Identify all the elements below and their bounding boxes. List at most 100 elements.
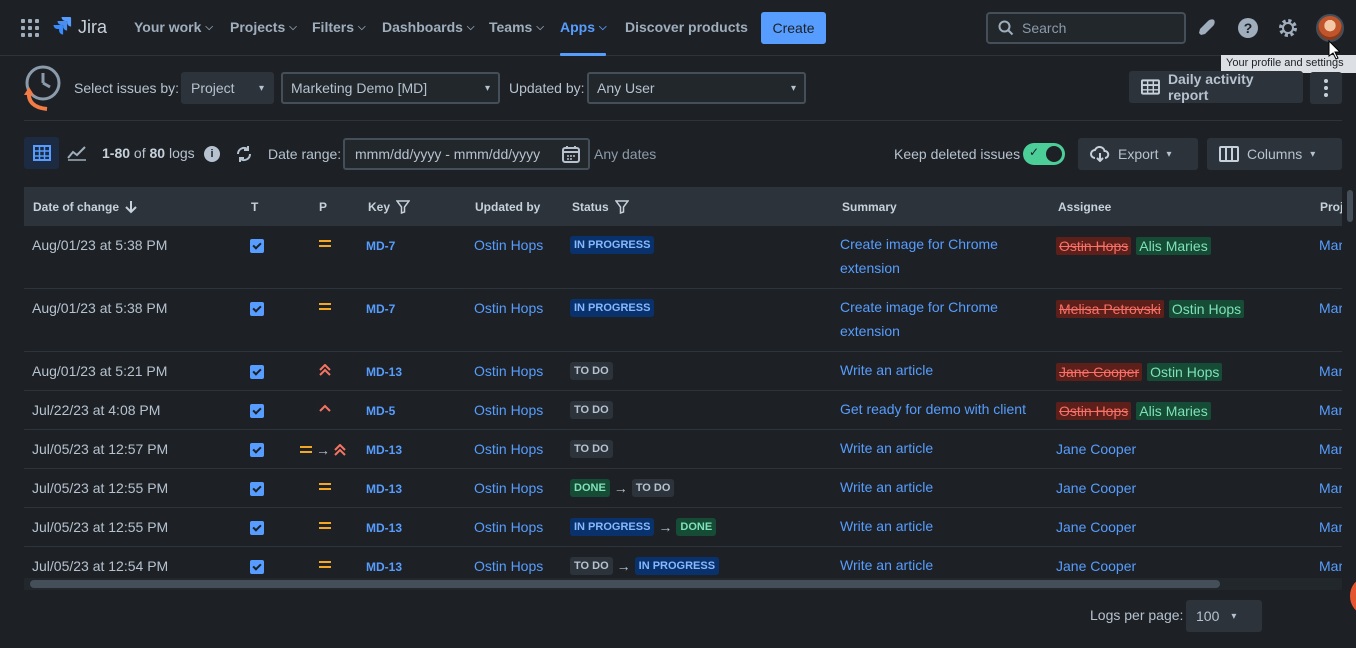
column-header-assignee[interactable]: Assignee: [1058, 200, 1111, 214]
table-row[interactable]: Aug/01/23 at 5:38 PM MD-7 Ostin Hops IN …: [24, 289, 1342, 352]
row-key[interactable]: MD-13: [366, 365, 402, 379]
table-row[interactable]: Aug/01/23 at 5:21 PM MD-13 Ostin Hops TO…: [24, 352, 1342, 391]
row-summary[interactable]: Write an article: [840, 475, 1040, 499]
new-assignee[interactable]: Alis Maries: [1136, 402, 1211, 420]
profile-avatar[interactable]: [1316, 14, 1344, 42]
select-issues-by-dropdown[interactable]: Project ▾: [181, 72, 274, 104]
row-updated-by[interactable]: Ostin Hops: [474, 558, 543, 574]
old-assignee[interactable]: Ostin Hops: [1056, 237, 1132, 255]
row-assignee[interactable]: Jane Cooper: [1056, 558, 1136, 574]
help-icon[interactable]: ?: [1236, 16, 1260, 40]
row-updated-by[interactable]: Ostin Hops: [474, 480, 543, 496]
row-key[interactable]: MD-13: [366, 443, 402, 457]
row-assignee[interactable]: Jane Cooper: [1056, 441, 1136, 457]
row-summary[interactable]: Create image for Chrome extension: [840, 232, 1040, 280]
row-project[interactable]: Mar: [1319, 558, 1342, 574]
row-summary[interactable]: Write an article: [840, 358, 1040, 382]
column-header-type[interactable]: T: [251, 200, 258, 214]
export-button[interactable]: Export ▾: [1078, 138, 1198, 170]
table-row[interactable]: Jul/05/23 at 12:55 PM MD-13 Ostin Hops I…: [24, 508, 1342, 547]
notifications-icon[interactable]: [1196, 16, 1220, 40]
row-project[interactable]: Mar: [1319, 402, 1342, 418]
nav-projects[interactable]: Projects ⌵: [230, 19, 297, 35]
row-assignee: Jane Cooper Ostin Hops: [1056, 363, 1223, 381]
table-row[interactable]: Jul/05/23 at 12:57 PM → MD-13 Ostin Hops…: [24, 430, 1342, 469]
nav-filters[interactable]: Filters ⌵: [312, 19, 366, 35]
nav-discover-products[interactable]: Discover products: [625, 19, 748, 35]
new-assignee[interactable]: Ostin Hops: [1168, 300, 1245, 318]
row-key[interactable]: MD-13: [366, 482, 402, 496]
row-assignee[interactable]: Jane Cooper: [1056, 519, 1136, 535]
table-row[interactable]: Jul/05/23 at 12:54 PM MD-13 Ostin Hops T…: [24, 547, 1342, 577]
row-updated-by[interactable]: Ostin Hops: [474, 363, 543, 379]
table-row[interactable]: Jul/22/23 at 4:08 PM MD-5 Ostin Hops TO …: [24, 391, 1342, 430]
nav-apps[interactable]: Apps ⌵: [560, 19, 607, 35]
new-assignee[interactable]: Ostin Hops: [1147, 363, 1223, 381]
row-key[interactable]: MD-7: [366, 302, 395, 316]
chart-view-button[interactable]: [59, 137, 94, 169]
row-summary[interactable]: Write an article: [840, 553, 1040, 577]
column-header-date[interactable]: Date of change: [33, 200, 137, 214]
nav-dashboards[interactable]: Dashboards ⌵: [382, 19, 475, 35]
daily-activity-report-button[interactable]: Daily activity report: [1129, 71, 1303, 103]
create-button[interactable]: Create: [761, 12, 826, 44]
row-updated-by[interactable]: Ostin Hops: [474, 519, 543, 535]
columns-button[interactable]: Columns ▾: [1207, 138, 1342, 170]
table-view-button[interactable]: [24, 137, 59, 169]
logs-per-page-select[interactable]: 100 ▾: [1186, 600, 1262, 632]
row-key[interactable]: MD-5: [366, 404, 395, 418]
row-updated-by[interactable]: Ostin Hops: [474, 237, 543, 253]
filter-icon[interactable]: [396, 200, 411, 214]
settings-gear-icon[interactable]: [1276, 16, 1300, 40]
row-key[interactable]: MD-13: [366, 521, 402, 535]
jira-logo[interactable]: Jira: [52, 16, 107, 38]
filter-icon[interactable]: [614, 200, 629, 214]
nav-your-work[interactable]: Your work ⌵: [134, 19, 213, 35]
row-updated-by[interactable]: Ostin Hops: [474, 300, 543, 316]
row-project[interactable]: Mar: [1319, 480, 1342, 496]
row-project[interactable]: Mar: [1319, 519, 1342, 535]
nav-dashboards-label: Dashboards: [382, 19, 463, 35]
row-updated-by[interactable]: Ostin Hops: [474, 402, 543, 418]
row-summary[interactable]: Write an article: [840, 514, 1040, 538]
row-summary[interactable]: Write an article: [840, 436, 1040, 460]
row-project[interactable]: Mar: [1319, 300, 1342, 316]
row-updated-by[interactable]: Ostin Hops: [474, 441, 543, 457]
table-row[interactable]: Aug/01/23 at 5:38 PM MD-7 Ostin Hops IN …: [24, 226, 1342, 289]
column-header-project[interactable]: Proj: [1320, 200, 1342, 214]
help-chat-button[interactable]: [1350, 578, 1356, 614]
row-assignee[interactable]: Jane Cooper: [1056, 480, 1136, 496]
new-assignee[interactable]: Alis Maries: [1136, 237, 1211, 255]
row-summary[interactable]: Create image for Chrome extension: [840, 295, 1040, 343]
row-key[interactable]: MD-7: [366, 239, 395, 253]
app-switcher-icon[interactable]: [21, 19, 39, 37]
info-icon[interactable]: i: [204, 146, 220, 162]
column-header-summary[interactable]: Summary: [842, 200, 897, 214]
row-key[interactable]: MD-13: [366, 560, 402, 574]
project-select[interactable]: Marketing Demo [MD] ▾: [281, 72, 500, 104]
row-project[interactable]: Mar: [1319, 237, 1342, 253]
row-project[interactable]: Mar: [1319, 363, 1342, 379]
search-input[interactable]: Search: [986, 12, 1186, 44]
table-row[interactable]: Jul/05/23 at 12:55 PM MD-13 Ostin Hops D…: [24, 469, 1342, 508]
row-date: Aug/01/23 at 5:38 PM: [32, 237, 168, 253]
old-assignee[interactable]: Ostin Hops: [1056, 402, 1132, 420]
horizontal-scrollbar[interactable]: [30, 580, 1220, 588]
column-header-key[interactable]: Key: [368, 200, 411, 214]
row-project[interactable]: Mar: [1319, 441, 1342, 457]
column-header-status[interactable]: Status: [572, 200, 629, 214]
refresh-icon[interactable]: [234, 144, 254, 164]
vertical-scrollbar[interactable]: [1347, 190, 1353, 222]
keep-deleted-toggle[interactable]: ✓: [1023, 143, 1065, 165]
more-options-icon[interactable]: [1310, 72, 1342, 104]
date-range-input[interactable]: mmm/dd/yyyy - mmm/dd/yyyy: [343, 138, 590, 170]
column-header-priority[interactable]: P: [319, 200, 327, 214]
old-assignee[interactable]: Jane Cooper: [1056, 363, 1143, 381]
nav-teams[interactable]: Teams ⌵: [489, 19, 544, 35]
column-header-updated-by[interactable]: Updated by: [475, 200, 540, 214]
table-view-icon: [32, 145, 51, 161]
updated-by-select[interactable]: Any User ▾: [587, 72, 806, 104]
old-assignee[interactable]: Melisa Petrovski: [1056, 300, 1164, 318]
row-summary[interactable]: Get ready for demo with client: [840, 397, 1070, 421]
logs-word: logs: [168, 145, 195, 161]
